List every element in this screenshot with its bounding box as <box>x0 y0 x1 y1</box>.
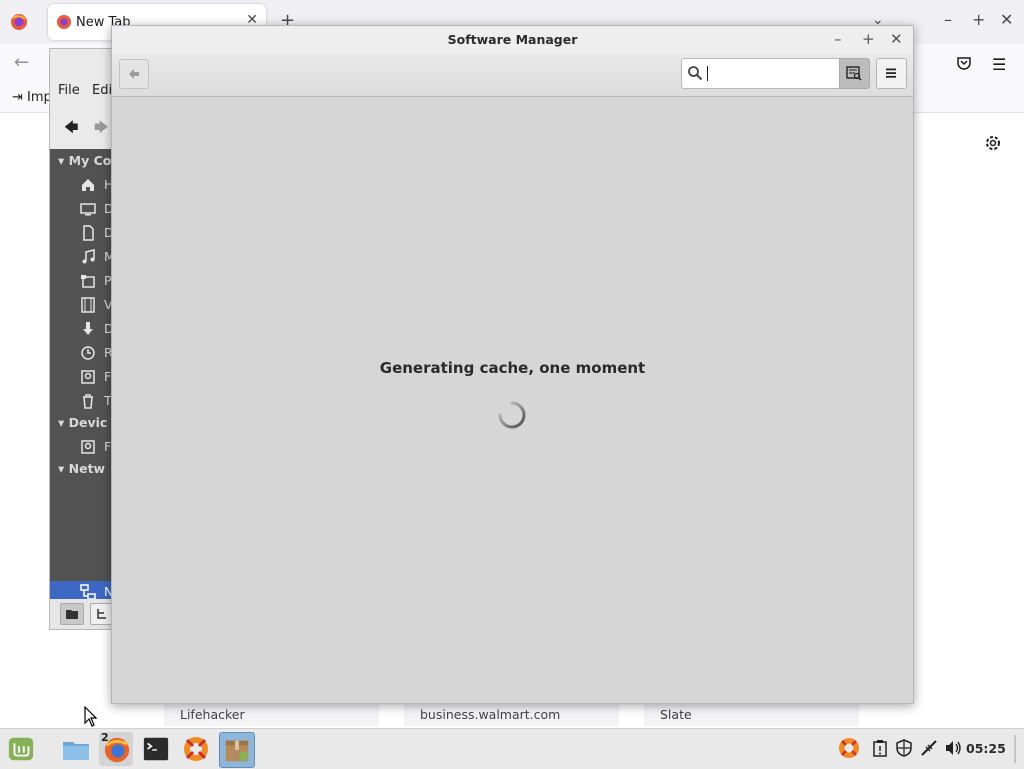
mouse-cursor-icon <box>84 706 98 727</box>
clipboard-icon[interactable] <box>871 739 889 757</box>
tree-icon <box>97 609 106 619</box>
menu-file[interactable]: File <box>58 83 80 98</box>
forward-icon[interactable]: 🡆 <box>94 117 108 141</box>
shield-icon[interactable] <box>895 739 913 757</box>
taskbar-firefox-button[interactable]: 2 <box>99 731 133 766</box>
window-title: Software Manager <box>447 32 578 47</box>
text-caret <box>707 66 708 81</box>
software-manager-window: Software Manager – + ✕ Generating cache,… <box>111 25 914 704</box>
clock-icon <box>81 346 95 360</box>
top-site-tile[interactable]: business.walmart.com <box>404 704 619 726</box>
volume-icon[interactable] <box>944 739 962 757</box>
maximize-icon[interactable]: + <box>972 10 985 29</box>
search-icon <box>688 66 703 81</box>
search-field[interactable] <box>681 58 840 89</box>
back-icon[interactable]: 🡄 <box>64 117 78 141</box>
drive-icon <box>81 440 95 454</box>
network-icon <box>80 584 96 600</box>
loading-spinner-icon <box>498 401 526 429</box>
clock[interactable]: 05:25 <box>966 741 1006 756</box>
import-bookmarks-link[interactable]: ⇥ Imp <box>12 90 52 105</box>
terminal-icon <box>143 737 169 761</box>
top-site-tile[interactable]: Slate <box>644 704 859 726</box>
top-site-label: Slate <box>660 707 692 722</box>
pocket-icon[interactable] <box>956 55 972 71</box>
search-input[interactable] <box>706 63 832 82</box>
close-icon[interactable]: ✕ <box>1000 10 1013 29</box>
package-icon <box>225 740 249 762</box>
back-arrow-icon <box>129 69 139 79</box>
sidebar-section-my-computer[interactable]: ▾ My Co <box>58 153 111 168</box>
places-toggle-button[interactable] <box>60 603 84 625</box>
file-manager-sidebar: ▾ My Co H D D M P V D R F T ▾ Devic F ▾ … <box>50 149 120 601</box>
hamburger-menu-icon[interactable]: ☰ <box>992 55 1006 74</box>
back-arrow-icon[interactable]: ← <box>14 52 29 73</box>
window-titlebar[interactable]: Software Manager – + ✕ <box>112 26 913 54</box>
section-label: Devic <box>68 415 108 430</box>
sidebar-section-network[interactable]: ▾ Netw <box>58 461 105 476</box>
start-menu-button[interactable] <box>4 732 38 766</box>
document-icon <box>83 225 94 241</box>
lifebuoy-icon <box>184 737 208 761</box>
section-label: Netw <box>68 461 106 476</box>
pictures-icon <box>81 275 95 288</box>
file-manager-menubar: File Edi <box>50 79 120 105</box>
top-site-tile[interactable]: Lifehacker <box>164 704 379 726</box>
taskbar-software-manager-button[interactable] <box>219 732 255 768</box>
top-site-label: Lifehacker <box>180 707 245 722</box>
maximize-icon[interactable]: + <box>862 30 875 48</box>
taskbar: 2 05:25 <box>0 728 1024 769</box>
taskbar-app-button[interactable] <box>179 732 213 766</box>
section-label: My Co <box>68 153 112 168</box>
taskbar-files-button[interactable] <box>59 732 93 766</box>
mint-logo-icon <box>8 737 34 761</box>
search-description-icon <box>846 66 862 81</box>
folder-icon <box>63 742 89 760</box>
network-disconnected-icon[interactable] <box>920 739 938 757</box>
trash-icon <box>83 394 93 409</box>
minimize-icon[interactable]: – <box>944 10 952 29</box>
firefox-favicon-icon <box>57 15 71 29</box>
status-message: Generating cache, one moment <box>379 359 646 377</box>
firefox-icon[interactable] <box>10 13 28 31</box>
back-button[interactable] <box>119 59 149 89</box>
update-manager-icon[interactable] <box>838 737 860 759</box>
download-icon <box>83 322 93 335</box>
top-site-label: business.walmart.com <box>420 707 561 722</box>
file-manager-statusbar <box>50 599 120 629</box>
menu-edit[interactable]: Edi <box>92 83 112 98</box>
window-count-badge: 2 <box>101 731 109 744</box>
show-desktop-divider[interactable] <box>1014 735 1016 763</box>
search-in-description-toggle[interactable] <box>839 58 870 89</box>
gear-icon[interactable] <box>984 134 1002 152</box>
music-icon <box>82 249 95 264</box>
taskbar-terminal-button[interactable] <box>139 732 173 766</box>
folder-icon <box>66 610 78 619</box>
sidebar-section-devices[interactable]: ▾ Devic <box>58 415 107 430</box>
close-icon[interactable]: ✕ <box>890 30 903 48</box>
main-menu-button[interactable] <box>876 58 907 89</box>
minimize-icon[interactable]: – <box>834 30 842 48</box>
desktop-icon <box>80 203 96 216</box>
film-icon <box>81 297 95 313</box>
home-icon <box>82 179 94 191</box>
hamburger-menu-icon <box>886 68 896 78</box>
file-manager-toolbar: 🡄 🡆 <box>50 107 120 147</box>
drive-icon <box>81 370 95 384</box>
